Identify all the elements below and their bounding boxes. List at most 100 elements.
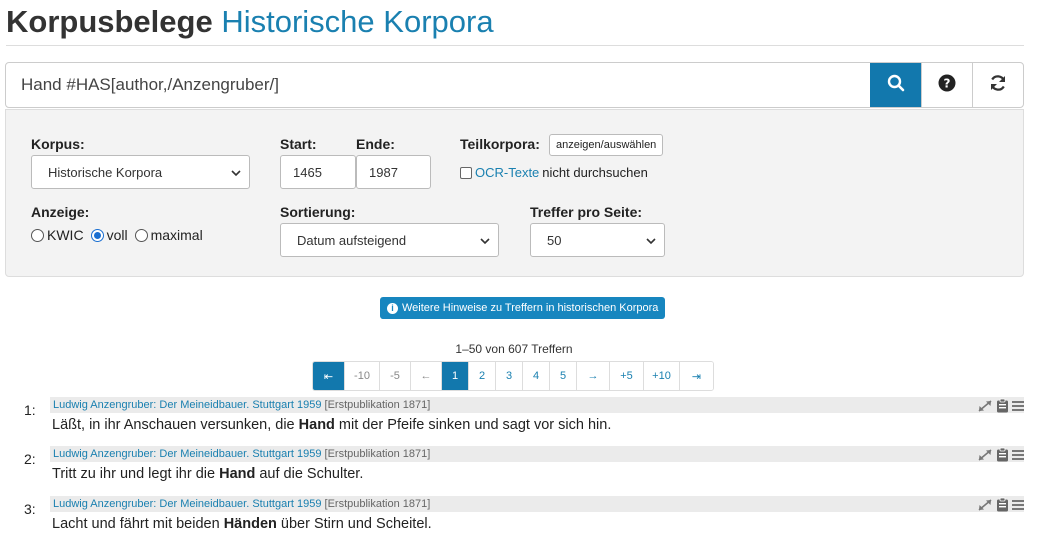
menu-icon[interactable]: [1012, 449, 1024, 461]
result-source-link[interactable]: Ludwig Anzengruber: Der Meineidbauer. St…: [53, 498, 321, 510]
radio-maximal-dot[interactable]: [134, 228, 148, 242]
result-text-after: auf die Schulter.: [255, 466, 364, 482]
hint-button-label: Weitere Hinweise zu Treffern in historis…: [402, 302, 659, 314]
teilkorpora-button[interactable]: anzeigen/auswählen: [549, 134, 664, 156]
result-meta: Ludwig Anzengruber: Der Meineidbauer. St…: [50, 446, 1024, 462]
korpus-select-value: Historische Korpora: [48, 165, 163, 180]
treffer-label: Treffer pro Seite:: [530, 204, 643, 220]
radio-maximal-label: maximal: [150, 227, 203, 243]
search-button[interactable]: [870, 63, 921, 107]
result-row: 2: Ludwig Anzengruber: Der Meineidbauer. …: [0, 446, 1040, 486]
expand-icon[interactable]: [977, 498, 993, 512]
page-button[interactable]: 2: [469, 362, 496, 390]
ocr-checkbox-row: OCR-Texte nicht durchsuchen: [460, 165, 648, 180]
page-button[interactable]: ←: [411, 362, 442, 390]
expand-icon[interactable]: [977, 448, 993, 462]
result-number: 3:: [24, 501, 36, 517]
ende-label: Ende:: [356, 136, 395, 152]
result-text-before: Lacht und fährt mit beiden: [52, 516, 224, 532]
sortierung-label: Sortierung:: [280, 204, 356, 220]
result-text-after: mit der Pfeife sinken und sagt vor sich …: [334, 417, 612, 433]
page-button[interactable]: 5: [550, 362, 577, 390]
expand-icon[interactable]: [977, 399, 993, 413]
start-label: Start:: [280, 136, 317, 152]
page-button[interactable]: +5: [610, 362, 644, 390]
help-button[interactable]: ?: [921, 63, 972, 107]
teilkorpora-label: Teilkorpora:: [460, 136, 540, 152]
search-input[interactable]: Hand #HAS[author,/Anzengruber/]: [6, 63, 870, 107]
clipboard-icon[interactable]: [996, 497, 1009, 512]
ende-input[interactable]: 1987: [356, 155, 431, 189]
radio-kwic[interactable]: KWIC: [31, 227, 84, 243]
treffer-select[interactable]: 50: [530, 223, 665, 257]
treffer-select-value: 50: [547, 233, 562, 248]
result-text-before: Tritt zu ihr und legt ihr die: [52, 466, 220, 482]
title-divider: [6, 45, 1024, 46]
result-text: Tritt zu ihr und legt ihr die Hand auf d…: [52, 466, 363, 482]
info-icon: i: [387, 302, 398, 314]
result-keyword: Hand: [219, 466, 256, 482]
page-button[interactable]: +10: [644, 362, 680, 390]
result-text-before: Läßt, in ihr Anschauen versunken, die: [52, 417, 299, 433]
result-keyword: Händen: [223, 516, 277, 532]
results-count: 1–50 von 607 Treffern: [455, 342, 573, 356]
reset-button[interactable]: [972, 63, 1023, 107]
search-icon: [887, 74, 905, 97]
pagination: ⇤ -10 -5 ← 1 2 3 4 5 → +5 +10 ⇥: [312, 361, 714, 391]
result-actions: [974, 447, 1024, 462]
anzeige-label: Anzeige:: [31, 204, 90, 220]
result-meta: Ludwig Anzengruber: Der Meineidbauer. St…: [50, 496, 1024, 512]
korpus-select[interactable]: Historische Korpora: [31, 155, 250, 189]
result-keyword: Hand: [298, 417, 335, 433]
clipboard-icon[interactable]: [996, 447, 1009, 462]
result-meta: Ludwig Anzengruber: Der Meineidbauer. St…: [50, 397, 1024, 413]
page-button[interactable]: 3: [496, 362, 523, 390]
radio-maximal[interactable]: maximal: [134, 227, 203, 243]
chevron-down-icon: [646, 234, 656, 249]
ocr-label: nicht durchsuchen: [542, 165, 648, 180]
result-actions: [974, 497, 1024, 512]
menu-icon[interactable]: [1012, 400, 1024, 412]
page-title-main: Korpusbelege: [6, 4, 213, 39]
radio-voll-label: voll: [106, 227, 128, 243]
radio-voll[interactable]: voll: [90, 227, 128, 243]
radio-voll-dot[interactable]: [90, 228, 104, 242]
question-circle-icon: ?: [938, 74, 956, 97]
radio-kwic-label: KWIC: [47, 227, 84, 243]
hint-button[interactable]: i Weitere Hinweise zu Treffern in histor…: [380, 297, 666, 319]
result-publication: [Erstpublikation 1871]: [324, 498, 431, 510]
ocr-texte-link[interactable]: OCR-Texte: [475, 165, 539, 180]
anzeige-radio-group: KWIC voll maximal: [31, 227, 210, 243]
page-button[interactable]: ⇤: [313, 362, 345, 390]
result-publication: [Erstpublikation 1871]: [324, 448, 431, 460]
result-text: Lacht und fährt mit beiden Händen über S…: [52, 516, 432, 532]
refresh-icon: [988, 73, 1008, 98]
page-button[interactable]: ⇥: [680, 362, 713, 390]
page-button[interactable]: -5: [380, 362, 411, 390]
result-source-link[interactable]: Ludwig Anzengruber: Der Meineidbauer. St…: [53, 448, 321, 460]
page-button[interactable]: -10: [345, 362, 380, 390]
start-input[interactable]: 1465: [280, 155, 356, 189]
result-source-link[interactable]: Ludwig Anzengruber: Der Meineidbauer. St…: [53, 399, 321, 411]
page-button[interactable]: →: [577, 362, 610, 390]
svg-text:?: ?: [944, 76, 951, 90]
menu-icon[interactable]: [1012, 499, 1024, 511]
result-row: 3: Ludwig Anzengruber: Der Meineidbauer. …: [0, 496, 1040, 536]
result-number: 2:: [24, 451, 36, 467]
result-text-after: über Stirn und Scheitel.: [276, 516, 432, 532]
result-number: 1:: [24, 402, 36, 418]
page-title-sub: Historische Korpora: [221, 4, 494, 39]
result-row: 1: Ludwig Anzengruber: Der Meineidbauer. …: [0, 397, 1040, 437]
page-button[interactable]: 4: [523, 362, 550, 390]
sortierung-select[interactable]: Datum aufsteigend: [280, 223, 499, 257]
radio-kwic-dot[interactable]: [31, 228, 44, 242]
search-options-panel: Korpus: Historische Korpora Start: 1465 …: [5, 109, 1024, 277]
korpus-label: Korpus:: [31, 136, 85, 152]
ocr-checkbox[interactable]: [460, 166, 472, 179]
result-text: Läßt, in ihr Anschauen versunken, die Ha…: [52, 417, 611, 433]
sortierung-select-value: Datum aufsteigend: [297, 233, 407, 248]
clipboard-icon[interactable]: [996, 398, 1009, 413]
chevron-down-icon: [480, 234, 490, 249]
result-publication: [Erstpublikation 1871]: [324, 399, 431, 411]
page-button[interactable]: 1: [442, 362, 469, 390]
